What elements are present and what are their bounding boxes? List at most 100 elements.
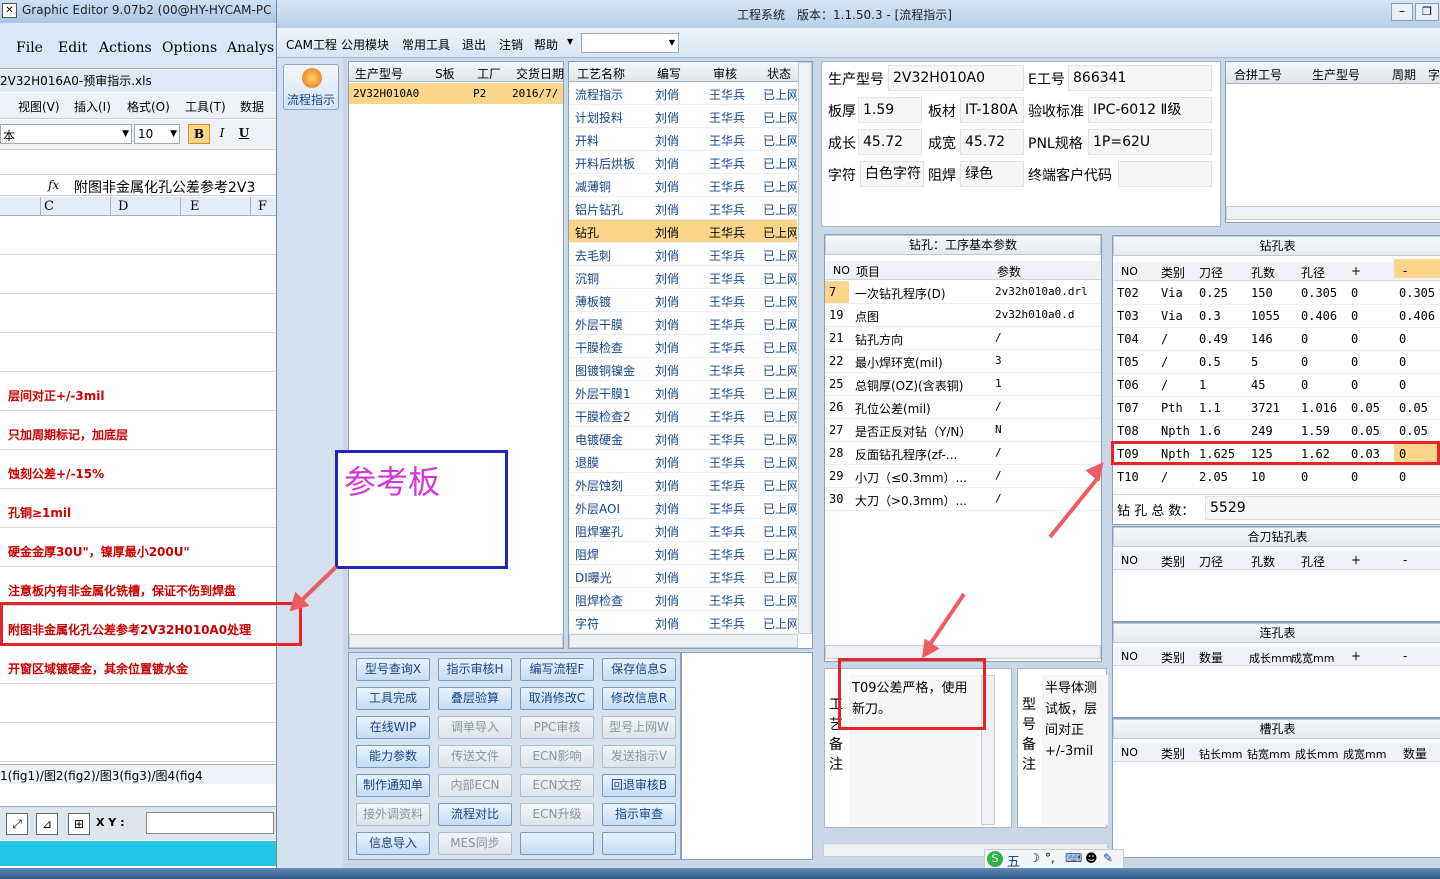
combine-col-char[interactable]: 字	[1428, 66, 1440, 83]
field-model[interactable]: 2V32H010A0	[888, 65, 1024, 91]
drill-param-row[interactable]: 7 一次钻孔程序(D) 2v32h010a0.drl	[825, 281, 1101, 304]
drill-table-row[interactable]: T10 / 2.05 10 0 0 0	[1113, 466, 1440, 489]
proc-col-writer[interactable]: 编写	[657, 65, 681, 82]
menu-help[interactable]: 帮助	[534, 36, 558, 53]
excel-menu-insert[interactable]: 插入(I)	[74, 98, 111, 115]
menu-logout[interactable]: 注销	[499, 36, 523, 53]
action-button[interactable]: 调单导入	[438, 716, 512, 739]
process-row[interactable]: 图镀铜镍金 刘俏 王华兵 已上网	[569, 358, 797, 381]
drill-table-row[interactable]: T03 Via 0.3 1055 0.406 0 0.406	[1113, 305, 1440, 328]
excel-row[interactable]: 孔铜≥1mil	[0, 489, 276, 528]
drill-param-row[interactable]: 30 大刀（>0.3mm）... /	[825, 488, 1101, 511]
action-button[interactable]: 流程对比	[438, 803, 512, 826]
drill-param-row[interactable]: 29 小刀（≤0.3mm）... /	[825, 465, 1101, 488]
menu-options[interactable]: Options	[162, 40, 217, 56]
process-row[interactable]: 字符 刘俏 王华兵 已上网	[569, 611, 797, 634]
lt-col-minus[interactable]: -	[1403, 649, 1407, 663]
dt-col-type[interactable]: 类别	[1161, 264, 1185, 281]
action-button[interactable]: 在线WIP	[356, 716, 430, 739]
lt-col-no[interactable]: NO	[1121, 650, 1138, 663]
action-button[interactable]: 内部ECN	[438, 774, 512, 797]
drill-table-row[interactable]: T08 Npth 1.6 249 1.59 0.05 0.05	[1113, 420, 1440, 443]
drill-param-row[interactable]: 26 孔位公差(mil) /	[825, 396, 1101, 419]
italic-button[interactable]: I	[212, 124, 232, 144]
st-col-type[interactable]: 类别	[1161, 745, 1185, 762]
col-header-c[interactable]: C	[44, 199, 54, 214]
measure-icon[interactable]: ⊿	[36, 813, 58, 835]
action-button[interactable]: 传送文件	[438, 745, 512, 768]
excel-row[interactable]	[0, 294, 276, 333]
menu-exit[interactable]: 退出	[462, 36, 486, 53]
drill-table-row[interactable]: T04 / 0.49 146 0 0 0	[1113, 328, 1440, 351]
process-row[interactable]: 开料 刘俏 王华兵 已上网	[569, 128, 797, 151]
dp-col-param[interactable]: 参数	[997, 263, 1021, 280]
action-button[interactable]: ECN文控	[520, 774, 594, 797]
order-col-s[interactable]: S板	[435, 65, 455, 82]
process-row[interactable]: 退膜 刘俏 王华兵 已上网	[569, 450, 797, 473]
action-button[interactable]	[602, 832, 676, 855]
excel-row[interactable]	[0, 216, 276, 255]
order-col-factory[interactable]: 工厂	[477, 65, 501, 82]
process-row[interactable]: 外层蚀刻 刘俏 王华兵 已上网	[569, 473, 797, 496]
ime-toolbar[interactable]: S 五 ☽ °, ⌨ ☻ ✎	[984, 849, 1124, 870]
excel-menu-tools[interactable]: 工具(T)	[185, 98, 226, 115]
st-col-drill-wid[interactable]: 钻宽mm	[1247, 746, 1290, 762]
drill-param-row[interactable]: 28 反面钻孔程序(zf-... /	[825, 442, 1101, 465]
action-button[interactable]: 指示审核H	[438, 658, 512, 681]
process-row[interactable]: 阻焊 刘俏 王华兵 已上网	[569, 542, 797, 565]
excel-row[interactable]: 层间对正+/-3mil	[0, 372, 276, 411]
combine-hscroll[interactable]	[1226, 206, 1440, 220]
main-titlebar[interactable]: 工程系统 版本：1.1.50.3 - [流程指示] – ❐	[277, 0, 1440, 28]
process-row[interactable]: 阻焊塞孔 刘俏 王华兵 已上网	[569, 519, 797, 542]
action-button[interactable]: 修改信息R	[602, 687, 676, 710]
ct-col-type[interactable]: 类别	[1161, 553, 1185, 570]
process-row[interactable]: 铝片钻孔 刘俏 王华兵 已上网	[569, 197, 797, 220]
process-row[interactable]: 外层干膜1 刘俏 王华兵 已上网	[569, 381, 797, 404]
action-button[interactable]: ECN升级	[520, 803, 594, 826]
ct-col-count[interactable]: 孔数	[1251, 553, 1275, 570]
menu-cam[interactable]: CAM工程	[286, 36, 337, 53]
model-note-text[interactable]: 半导体测试板，层间对正+/-3mil	[1042, 675, 1108, 825]
action-button[interactable]: 型号查询X	[356, 658, 430, 681]
dt-col-count[interactable]: 孔数	[1251, 264, 1275, 281]
action-button[interactable]: 指示审查	[602, 803, 676, 826]
lt-col-wid[interactable]: 成宽mm	[1291, 650, 1334, 666]
user-icon[interactable]: ☻	[1085, 851, 1098, 865]
excel-row[interactable]: 注意板内有非金属化铣槽，保证不伤到焊盘	[0, 567, 276, 606]
grid-icon[interactable]: ⊞	[68, 813, 90, 835]
process-row[interactable]: 开料后烘板 刘俏 王华兵 已上网	[569, 151, 797, 174]
restore-button[interactable]: ❐	[1415, 3, 1439, 21]
excel-row[interactable]	[0, 333, 276, 372]
process-row[interactable]: 计划投料 刘俏 王华兵 已上网	[569, 105, 797, 128]
action-button[interactable]: 型号上网W	[602, 716, 676, 739]
dp-col-item[interactable]: 项目	[856, 263, 880, 280]
field-standard[interactable]: IPC-6012 Ⅱ级	[1088, 97, 1212, 123]
col-header-e[interactable]: E	[190, 199, 200, 214]
font-name-select[interactable]: 本 ▼	[0, 124, 132, 144]
ct-col-plus[interactable]: +	[1351, 553, 1361, 567]
drill-params-hscroll[interactable]	[825, 645, 1101, 659]
action-button[interactable]	[520, 832, 594, 855]
dt-col-plus[interactable]: +	[1351, 264, 1361, 278]
process-row[interactable]: 去毛刺 刘俏 王华兵 已上网	[569, 243, 797, 266]
order-col-date[interactable]: 交货日期	[516, 65, 564, 82]
excel-row[interactable]: 开窗区域镀硬金，其余位置镀水金	[0, 645, 276, 684]
menu-analysis[interactable]: Analys	[227, 40, 274, 56]
ct-col-no[interactable]: NO	[1121, 554, 1138, 567]
excel-row[interactable]: 只加周期标记，加底层	[0, 411, 276, 450]
st-col-len[interactable]: 成长mm	[1295, 746, 1338, 762]
drill-table-row[interactable]: T07 Pth 1.1 3721 1.016 0.05 0.05	[1113, 397, 1440, 420]
lt-col-qty[interactable]: 数量	[1199, 649, 1223, 666]
proc-col-checker[interactable]: 审核	[713, 65, 737, 82]
drill-param-row[interactable]: 21 钻孔方向 /	[825, 327, 1101, 350]
menu-public[interactable]: 公用模块	[341, 36, 389, 53]
process-row[interactable]: 减薄铜 刘俏 王华兵 已上网	[569, 174, 797, 197]
wrench-icon[interactable]: ✎	[1103, 851, 1113, 865]
col-header-d[interactable]: D	[118, 199, 128, 214]
field-width[interactable]: 45.72	[960, 129, 1024, 155]
st-col-no[interactable]: NO	[1121, 746, 1138, 759]
action-button[interactable]: 保存信息S	[602, 658, 676, 681]
drill-table-row[interactable]: T05 / 0.5 5 0 0 0	[1113, 351, 1440, 374]
field-e-no[interactable]: 866341	[1068, 65, 1212, 91]
drill-param-row[interactable]: 19 点图 2v32h010a0.d	[825, 304, 1101, 327]
